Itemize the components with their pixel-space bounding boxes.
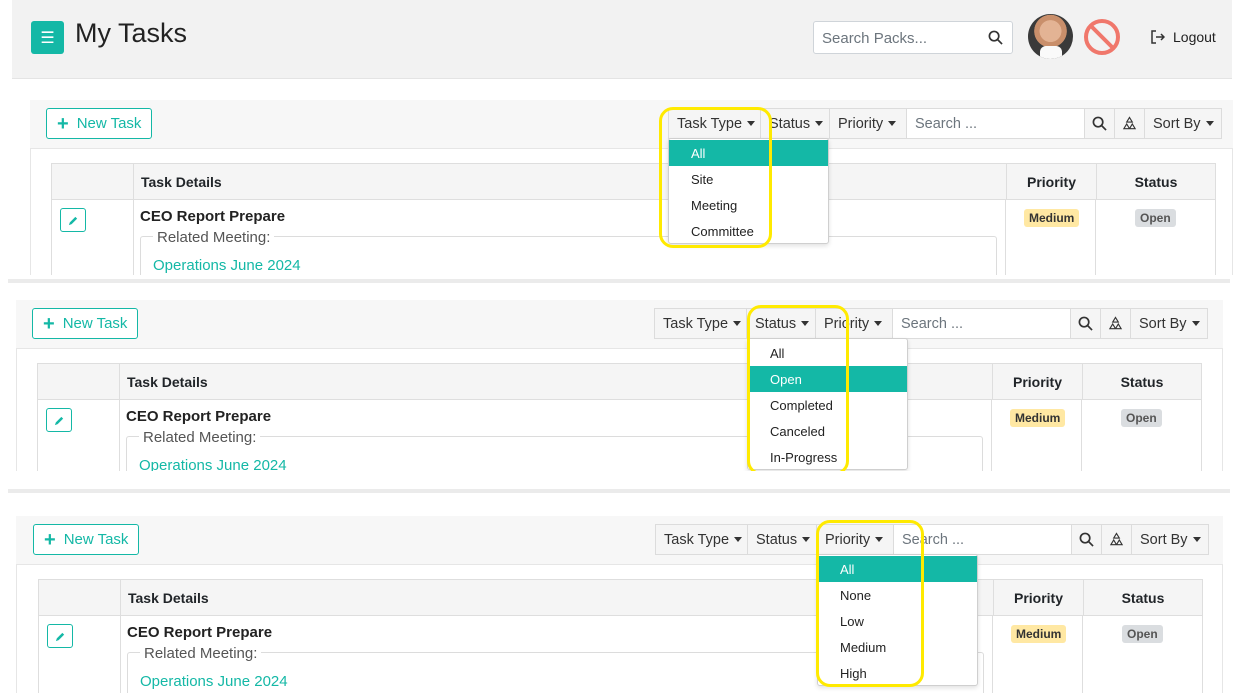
plus-icon: +	[43, 312, 55, 335]
recycle-icon	[1108, 316, 1123, 330]
meeting-link[interactable]: Operations June 2024	[140, 673, 288, 690]
no-entry-icon[interactable]	[1083, 18, 1121, 56]
sort-by-button[interactable]: Sort By	[1145, 109, 1221, 138]
status-badge: Open	[1122, 625, 1163, 643]
edit-task-button[interactable]	[47, 624, 73, 648]
task-type-filter[interactable]: Task Type	[655, 309, 747, 338]
caret-down-icon	[802, 537, 811, 542]
status-badge: Open	[1135, 209, 1176, 227]
task-search-input[interactable]: Search ...	[907, 109, 1085, 138]
related-meeting-label: Related Meeting:	[153, 229, 275, 246]
logout-label: Logout	[1173, 29, 1216, 45]
caret-down-icon	[888, 121, 897, 126]
task-type-filter[interactable]: Task Type	[656, 525, 748, 554]
new-task-label: New Task	[63, 531, 129, 548]
filter-bar: Task Type Status Priority Search ... Sor…	[655, 524, 1209, 555]
search-icon	[1078, 316, 1093, 331]
section-separator	[8, 279, 1230, 283]
new-task-label: New Task	[62, 315, 128, 332]
recycle-icon	[1122, 116, 1137, 130]
recycle-button[interactable]	[1101, 309, 1131, 338]
search-icon	[1092, 116, 1107, 131]
caret-down-icon	[733, 321, 742, 326]
new-task-button[interactable]: + New Task	[32, 308, 139, 339]
recycle-button[interactable]	[1115, 109, 1145, 138]
search-packs-placeholder: Search Packs...	[822, 30, 928, 47]
page-title: My Tasks	[75, 18, 188, 48]
priority-badge: Medium	[1024, 209, 1080, 227]
pencil-icon	[55, 632, 64, 641]
task-title[interactable]: CEO Report Prepare	[126, 408, 271, 425]
meeting-link[interactable]: Operations June 2024	[139, 457, 287, 471]
task-title[interactable]: CEO Report Prepare	[127, 624, 272, 641]
col-task-details: Task Details	[134, 164, 1007, 199]
col-status: Status	[1134, 173, 1178, 190]
plus-icon: +	[44, 528, 56, 551]
col-priority: Priority	[1007, 164, 1097, 199]
caret-down-icon	[734, 537, 743, 542]
search-icon[interactable]	[988, 30, 1003, 45]
related-meeting-label: Related Meeting:	[140, 645, 262, 662]
caret-down-icon	[1191, 321, 1200, 326]
search-icon	[1079, 532, 1094, 547]
status-filter[interactable]: Status	[748, 525, 817, 554]
priority-badge: Medium	[1011, 625, 1067, 643]
hamburger-icon: ☰	[40, 29, 55, 47]
table-header: Task Details Priority Status	[37, 363, 1202, 400]
edit-task-button[interactable]	[60, 208, 86, 232]
related-meeting-label: Related Meeting:	[139, 429, 261, 446]
caret-down-icon	[815, 121, 824, 126]
search-button[interactable]	[1071, 309, 1101, 338]
search-button[interactable]	[1085, 109, 1115, 138]
avatar[interactable]	[1028, 14, 1073, 59]
priority-filter[interactable]: Priority	[830, 109, 907, 138]
table-header: Task Details Priority Status	[38, 579, 1203, 616]
new-task-label: New Task	[76, 115, 142, 132]
section-separator	[8, 489, 1230, 493]
col-priority: Priority	[994, 580, 1084, 615]
caret-down-icon	[1205, 121, 1214, 126]
highlight-annotation	[747, 305, 849, 471]
search-button[interactable]	[1072, 525, 1102, 554]
recycle-icon	[1109, 532, 1124, 546]
new-task-button[interactable]: + New Task	[46, 108, 153, 139]
meeting-link[interactable]: Operations June 2024	[153, 257, 301, 274]
logout-button[interactable]: Logout	[1150, 29, 1216, 45]
highlight-annotation	[659, 107, 772, 248]
pencil-icon	[54, 416, 63, 425]
table-header: Task Details Priority Status	[51, 163, 1216, 200]
recycle-button[interactable]	[1102, 525, 1132, 554]
col-priority: Priority	[993, 364, 1083, 399]
col-status: Status	[1121, 589, 1165, 606]
edit-task-button[interactable]	[46, 408, 72, 432]
plus-icon: +	[57, 112, 69, 135]
caret-down-icon	[1192, 537, 1201, 542]
highlight-annotation	[816, 520, 924, 687]
priority-badge: Medium	[1010, 409, 1066, 427]
panel-task-type: + New Task Task Type Status Priority Sea…	[0, 100, 1241, 275]
filter-bar: Task Type Status Priority Search ... Sor…	[654, 308, 1208, 339]
sort-by-button[interactable]: Sort By	[1132, 525, 1208, 554]
search-packs-input[interactable]: Search Packs...	[813, 21, 1013, 54]
pencil-icon	[68, 216, 77, 225]
panel-status: + New Task Task Type Status Priority Sea…	[0, 300, 1241, 471]
caret-down-icon	[874, 321, 883, 326]
sort-by-button[interactable]: Sort By	[1131, 309, 1207, 338]
status-badge: Open	[1121, 409, 1162, 427]
panel-priority: + New Task Task Type Status Priority Sea…	[0, 516, 1241, 693]
new-task-button[interactable]: + New Task	[33, 524, 140, 555]
task-search-input[interactable]: Search ...	[893, 309, 1071, 338]
logout-icon	[1151, 30, 1165, 44]
menu-toggle-button[interactable]: ☰	[31, 21, 64, 54]
col-status: Status	[1120, 373, 1164, 390]
task-title[interactable]: CEO Report Prepare	[140, 208, 285, 225]
